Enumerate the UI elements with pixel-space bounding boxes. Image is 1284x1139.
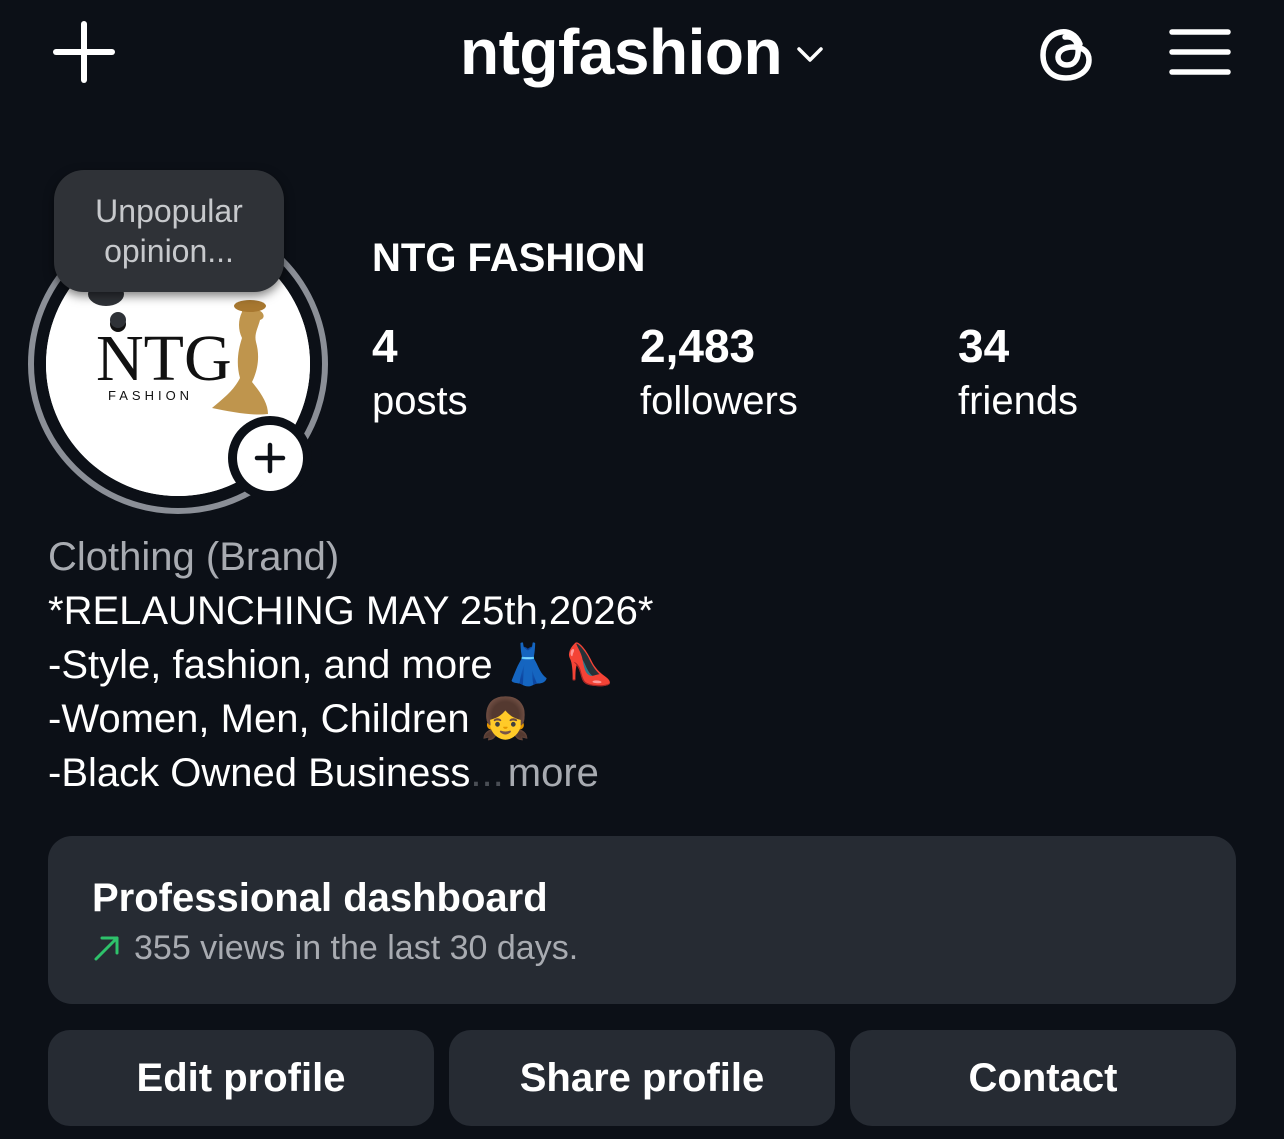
bio-line-text: -Black Owned Business bbox=[48, 751, 471, 795]
share-profile-button[interactable]: Share profile bbox=[449, 1030, 835, 1126]
stat-value: 2,483 bbox=[640, 320, 756, 372]
dashboard-views-text: 355 views in the last 30 days. bbox=[134, 929, 579, 967]
stat-label: friends bbox=[958, 379, 1079, 423]
bio-line-with-emoji: -Style, fashion, and more 👗 👠 bbox=[48, 638, 653, 692]
username-title: ntgfashion bbox=[459, 16, 783, 88]
edit-profile-button[interactable]: Edit profile bbox=[48, 1030, 434, 1126]
note-tail-dot bbox=[110, 312, 126, 328]
note-text: Unpopular opinion... bbox=[95, 193, 243, 269]
high-heel-emoji: 👠 bbox=[564, 642, 615, 688]
stat-posts[interactable]: 4 posts bbox=[372, 318, 468, 426]
stat-value: 34 bbox=[958, 320, 1010, 372]
professional-dashboard-card[interactable]: Professional dashboard 355 views in the … bbox=[48, 836, 1236, 1004]
hamburger-menu-icon bbox=[1169, 29, 1231, 75]
threads-button[interactable] bbox=[1032, 18, 1104, 90]
add-story-button[interactable] bbox=[228, 416, 312, 500]
bio-category: Clothing (Brand) bbox=[48, 535, 340, 579]
girl-emoji: 👧 bbox=[480, 696, 531, 742]
stat-label: followers bbox=[640, 379, 798, 423]
threads-icon bbox=[1040, 29, 1092, 81]
dashboard-subtitle: 355 views in the last 30 days. bbox=[92, 926, 1236, 970]
profile-page: ntgfashion NTG FASHION Unpopular opinion… bbox=[0, 0, 1284, 1139]
stat-friends[interactable]: 34 friends bbox=[958, 318, 1078, 426]
display-name: NTG FASHION bbox=[372, 236, 646, 280]
bio-line-with-more: -Black Owned Business... more bbox=[48, 746, 653, 800]
bio-line-text: -Women, Men, Children bbox=[48, 697, 470, 741]
trend-up-arrow-icon bbox=[94, 936, 119, 961]
chevron-down-icon bbox=[796, 46, 824, 64]
bio-ellipsis: ... bbox=[470, 751, 504, 795]
bio-line-text: -Style, fashion, and more bbox=[48, 643, 493, 687]
dress-emoji: 👗 bbox=[503, 642, 554, 688]
logo-sub-text: FASHION bbox=[108, 388, 193, 403]
contact-button[interactable]: Contact bbox=[850, 1030, 1236, 1126]
menu-button[interactable] bbox=[1164, 20, 1236, 84]
logo-main-text: NTG bbox=[96, 322, 232, 395]
note-bubble[interactable]: Unpopular opinion... bbox=[54, 170, 284, 292]
dashboard-title: Professional dashboard bbox=[92, 876, 548, 920]
stat-value: 4 bbox=[372, 320, 398, 372]
bio-line: *RELAUNCHING MAY 25th,2026* bbox=[48, 589, 654, 633]
stat-label: posts bbox=[372, 379, 468, 423]
plus-icon bbox=[254, 442, 286, 474]
bio: Clothing (Brand) *RELAUNCHING MAY 25th,2… bbox=[48, 530, 653, 800]
bio-line-with-emoji: -Women, Men, Children 👧 bbox=[48, 692, 653, 746]
stat-followers[interactable]: 2,483 followers bbox=[640, 318, 798, 426]
bio-more-link[interactable]: more bbox=[508, 751, 599, 795]
